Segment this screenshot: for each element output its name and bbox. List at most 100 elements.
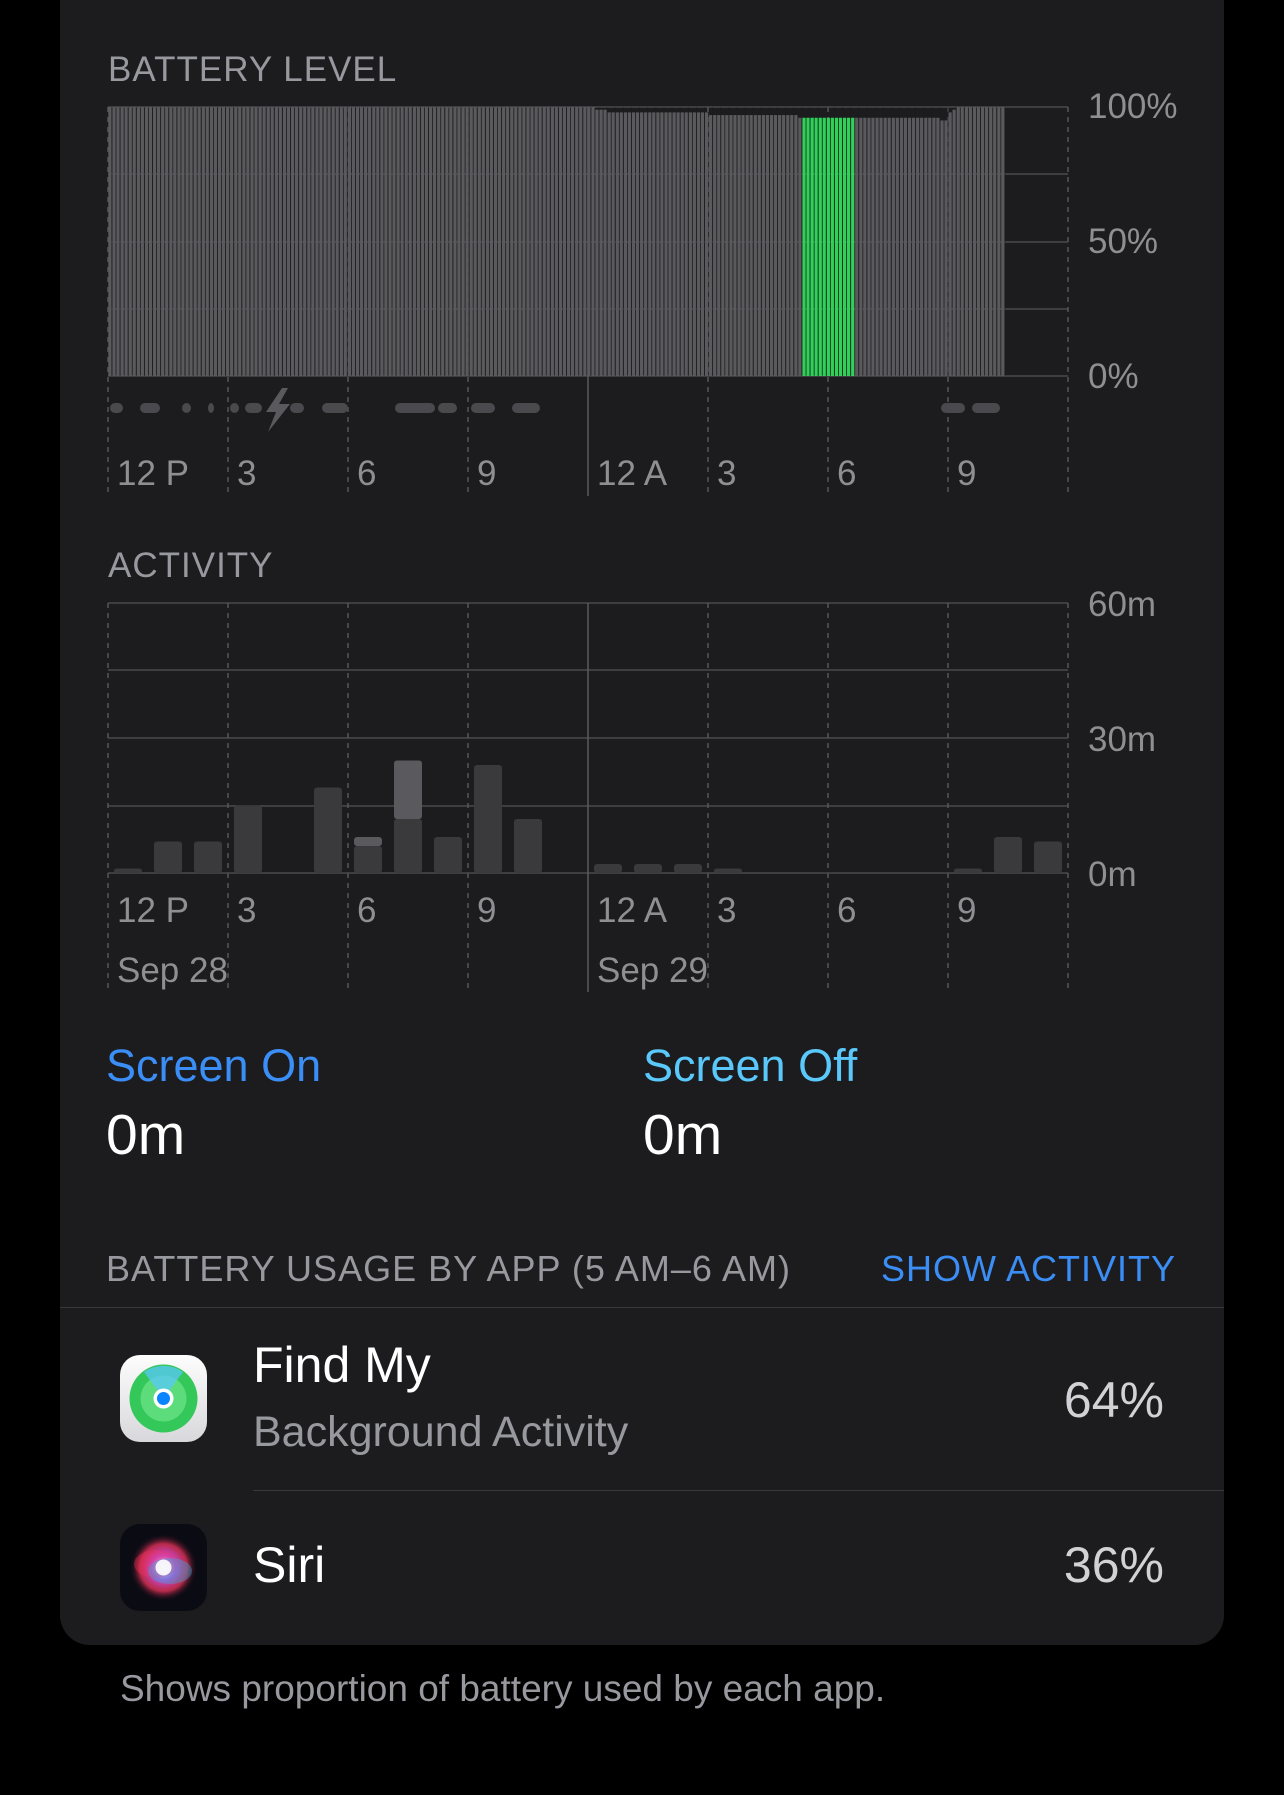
battery-bar[interactable] xyxy=(282,107,287,376)
battery-bar[interactable] xyxy=(368,107,372,376)
activity-bar[interactable] xyxy=(234,805,262,874)
battery-bar[interactable] xyxy=(753,115,757,376)
battery-bar[interactable] xyxy=(761,115,766,376)
battery-bar[interactable] xyxy=(132,107,136,376)
activity-bar[interactable] xyxy=(674,864,702,873)
battery-bar-selected[interactable] xyxy=(810,117,814,376)
battery-bar[interactable] xyxy=(883,117,887,376)
battery-bar-selected[interactable] xyxy=(847,117,851,376)
battery-bar[interactable] xyxy=(587,107,591,376)
battery-bar[interactable] xyxy=(855,117,859,376)
battery-bar[interactable] xyxy=(745,115,749,376)
battery-bar[interactable] xyxy=(944,120,948,376)
battery-bar[interactable] xyxy=(177,107,181,376)
battery-bar[interactable] xyxy=(997,107,1001,376)
battery-bar[interactable] xyxy=(181,107,185,376)
battery-bar[interactable] xyxy=(611,112,615,376)
battery-bar[interactable] xyxy=(607,112,611,376)
battery-bar[interactable] xyxy=(526,107,530,376)
battery-bar[interactable] xyxy=(782,115,786,376)
battery-bar[interactable] xyxy=(875,117,879,376)
battery-bar[interactable] xyxy=(575,107,579,376)
battery-bar[interactable] xyxy=(457,107,461,376)
battery-bar[interactable] xyxy=(644,112,648,376)
battery-bar[interactable] xyxy=(173,107,177,376)
battery-bar[interactable] xyxy=(278,107,283,376)
battery-bar[interactable] xyxy=(538,107,542,376)
battery-bar[interactable] xyxy=(449,107,453,376)
battery-bar[interactable] xyxy=(964,107,968,376)
battery-bar[interactable] xyxy=(571,107,575,376)
battery-bar[interactable] xyxy=(794,115,798,376)
battery-bar[interactable] xyxy=(485,107,490,376)
battery-bar[interactable] xyxy=(189,107,193,376)
battery-bar[interactable] xyxy=(546,107,550,376)
battery-bar[interactable] xyxy=(144,107,149,376)
battery-bar[interactable] xyxy=(209,107,214,376)
battery-bar[interactable] xyxy=(295,107,299,376)
battery-bar-selected[interactable] xyxy=(802,117,806,376)
battery-bar[interactable] xyxy=(120,107,124,376)
battery-bar[interactable] xyxy=(372,107,376,376)
battery-bar[interactable] xyxy=(307,107,311,376)
battery-bar[interactable] xyxy=(916,117,920,376)
battery-bar[interactable] xyxy=(721,115,725,376)
battery-bar[interactable] xyxy=(704,112,709,376)
battery-bar[interactable] xyxy=(262,107,266,376)
battery-bar[interactable] xyxy=(599,109,603,376)
battery-bar[interactable] xyxy=(197,107,201,376)
activity-bar[interactable] xyxy=(354,837,382,846)
battery-bar[interactable] xyxy=(453,107,457,376)
activity-bar[interactable] xyxy=(434,837,462,873)
battery-bar[interactable] xyxy=(234,107,238,376)
battery-bar[interactable] xyxy=(193,107,197,376)
battery-bar-selected[interactable] xyxy=(851,117,855,376)
battery-bar[interactable] xyxy=(948,112,952,376)
battery-bar[interactable] xyxy=(928,117,932,376)
battery-bar[interactable] xyxy=(408,107,412,376)
battery-bar[interactable] xyxy=(652,112,656,376)
battery-bar[interactable] xyxy=(152,107,157,376)
battery-bar[interactable] xyxy=(952,109,956,376)
battery-bar[interactable] xyxy=(660,112,664,376)
battery-bar[interactable] xyxy=(968,107,973,376)
battery-bar[interactable] xyxy=(554,107,559,376)
battery-bar[interactable] xyxy=(392,107,396,376)
battery-bar[interactable] xyxy=(972,107,977,376)
battery-bar[interactable] xyxy=(213,107,218,376)
battery-bar[interactable] xyxy=(502,107,506,376)
battery-bar[interactable] xyxy=(286,107,291,376)
battery-bar[interactable] xyxy=(242,107,246,376)
battery-bar[interactable] xyxy=(303,107,307,376)
battery-bar[interactable] xyxy=(725,115,729,376)
battery-bar[interactable] xyxy=(230,107,234,376)
activity-bar[interactable] xyxy=(594,864,622,873)
battery-bar[interactable] xyxy=(741,115,745,376)
battery-bar[interactable] xyxy=(956,107,960,376)
battery-bar[interactable] xyxy=(489,107,494,376)
battery-bar[interactable] xyxy=(205,107,209,376)
battery-bar[interactable] xyxy=(136,107,140,376)
battery-bar[interactable] xyxy=(169,107,173,376)
battery-level-chart[interactable]: 100% 50% 0% 12 P 3 6 9 12 A 3 6 9 xyxy=(0,0,1284,520)
battery-bar[interactable] xyxy=(376,107,380,376)
battery-bar[interactable] xyxy=(562,107,567,376)
battery-bar[interactable] xyxy=(221,107,226,376)
battery-bar[interactable] xyxy=(343,107,347,376)
battery-bar[interactable] xyxy=(672,112,676,376)
battery-bar-selected[interactable] xyxy=(818,117,822,376)
battery-bar[interactable] xyxy=(773,115,778,376)
battery-bar[interactable] xyxy=(388,107,392,376)
battery-bar[interactable] xyxy=(550,107,554,376)
battery-bar[interactable] xyxy=(396,107,400,376)
battery-bar[interactable] xyxy=(254,107,258,376)
battery-bar[interactable] xyxy=(542,107,546,376)
battery-bar[interactable] xyxy=(331,107,335,376)
battery-bar[interactable] xyxy=(477,107,481,376)
activity-bar[interactable] xyxy=(114,868,142,874)
battery-bar[interactable] xyxy=(976,107,981,376)
battery-bar[interactable] xyxy=(380,107,384,376)
battery-bar[interactable] xyxy=(700,112,705,376)
battery-bar[interactable] xyxy=(688,112,692,376)
battery-bar[interactable] xyxy=(270,107,274,376)
